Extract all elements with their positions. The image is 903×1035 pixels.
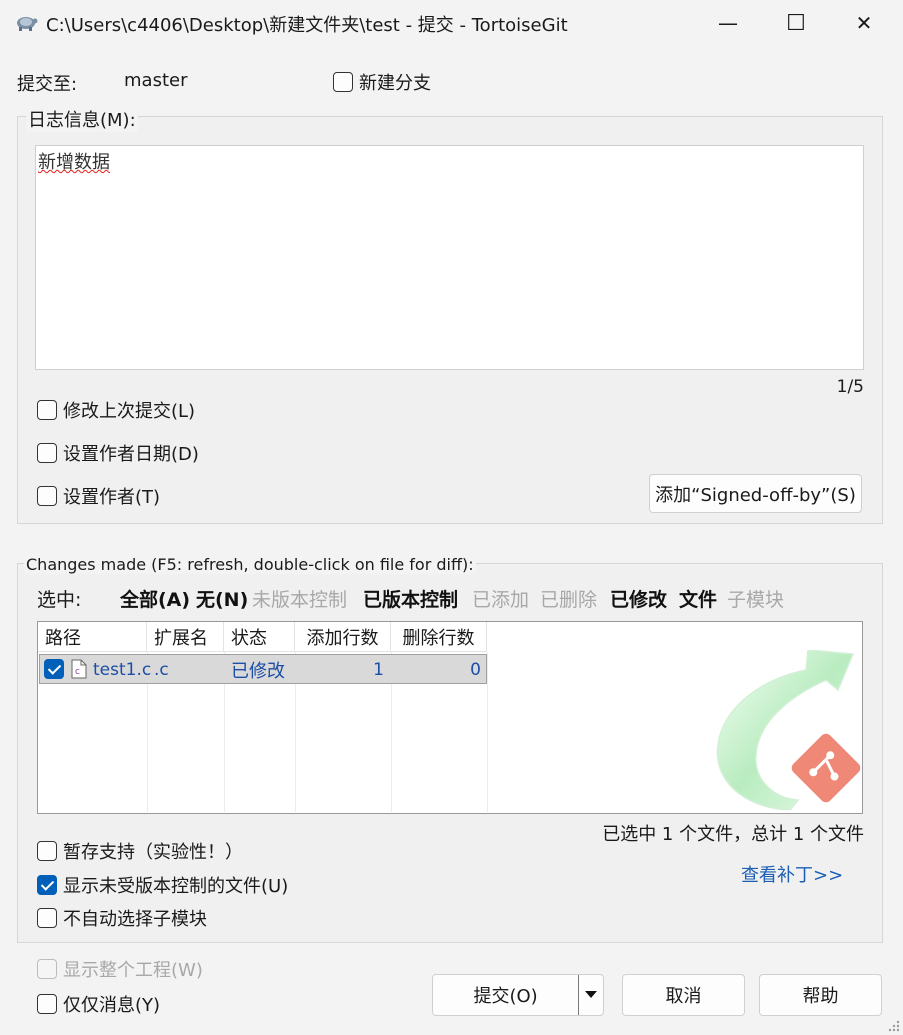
commit-to-label: 提交至: bbox=[17, 74, 78, 95]
checkbox-icon[interactable] bbox=[333, 72, 353, 92]
filter-unversioned[interactable]: 未版本控制 bbox=[252, 585, 347, 612]
log-message-text: 新增数据 bbox=[38, 152, 110, 173]
checkbox-icon[interactable] bbox=[37, 994, 57, 1014]
row-status: 已修改 bbox=[231, 661, 285, 682]
set-author-label: 设置作者(T) bbox=[63, 487, 161, 508]
view-patch-link[interactable]: 查看补丁>> bbox=[741, 861, 843, 887]
message-position: 1/5 bbox=[836, 377, 864, 397]
commit-button[interactable]: 提交(O) bbox=[433, 982, 578, 1008]
select-label: 选中: bbox=[37, 589, 82, 611]
show-unversioned-label: 显示未受版本控制的文件(U) bbox=[63, 876, 289, 897]
column-divider bbox=[487, 652, 488, 812]
new-branch-checkbox[interactable]: 新建分支 bbox=[333, 69, 431, 95]
no-autoselect-submodules-label: 不自动选择子模块 bbox=[63, 909, 207, 930]
filter-versioned[interactable]: 已版本控制 bbox=[363, 585, 458, 612]
log-group-label: 日志信息(M): bbox=[26, 106, 138, 132]
row-added: 1 bbox=[373, 660, 384, 680]
checkbox-icon[interactable] bbox=[37, 486, 57, 506]
column-header-deleted[interactable]: 删除行数 bbox=[391, 622, 487, 652]
row-path: test1.c bbox=[93, 660, 152, 680]
show-unversioned-checkbox[interactable]: 显示未受版本控制的文件(U) bbox=[37, 872, 288, 898]
amend-label: 修改上次提交(L) bbox=[63, 401, 196, 422]
close-button[interactable]: ✕ bbox=[830, 0, 898, 46]
column-header-path[interactable]: 路径 bbox=[38, 622, 147, 652]
filter-files[interactable]: 文件 bbox=[679, 585, 717, 612]
filter-added[interactable]: 已添加 bbox=[472, 585, 529, 612]
dropdown-arrow-icon bbox=[585, 991, 598, 998]
row-checkbox[interactable] bbox=[44, 659, 64, 679]
cancel-button[interactable]: 取消 bbox=[622, 974, 745, 1016]
selection-summary: 已选中 1 个文件，总计 1 个文件 bbox=[602, 824, 864, 845]
svg-text:c: c bbox=[75, 667, 80, 677]
column-header-ext[interactable]: 扩展名 bbox=[147, 622, 224, 652]
help-button[interactable]: 帮助 bbox=[759, 974, 882, 1016]
checkbox-icon bbox=[37, 959, 57, 979]
checkbox-icon[interactable] bbox=[37, 443, 57, 463]
tortoisegit-watermark-icon bbox=[716, 650, 861, 810]
set-author-checkbox[interactable]: 设置作者(T) bbox=[37, 483, 160, 509]
stash-support-label: 暂存支持（实验性！） bbox=[63, 842, 243, 863]
amend-checkbox[interactable]: 修改上次提交(L) bbox=[37, 397, 195, 423]
filter-deleted[interactable]: 已删除 bbox=[540, 585, 597, 612]
commit-dropdown-button[interactable] bbox=[579, 991, 603, 999]
changes-group-label: Changes made (F5: refresh, double-click … bbox=[24, 555, 476, 574]
set-date-label: 设置作者日期(D) bbox=[63, 444, 199, 465]
message-only-checkbox[interactable]: 仅仅消息(Y) bbox=[37, 991, 160, 1017]
set-date-checkbox[interactable]: 设置作者日期(D) bbox=[37, 440, 199, 466]
checkbox-icon[interactable] bbox=[37, 400, 57, 420]
stash-support-checkbox[interactable]: 暂存支持（实验性！） bbox=[37, 838, 243, 864]
show-whole-project-checkbox: 显示整个工程(W) bbox=[37, 956, 203, 982]
c-file-icon: c bbox=[71, 659, 87, 679]
new-branch-label: 新建分支 bbox=[359, 73, 431, 94]
column-header-status[interactable]: 状态 bbox=[224, 622, 295, 652]
filter-all[interactable]: 全部(A) bbox=[120, 585, 190, 612]
no-autoselect-submodules-checkbox[interactable]: 不自动选择子模块 bbox=[37, 905, 207, 931]
filter-modified[interactable]: 已修改 bbox=[610, 585, 667, 612]
tortoisegit-icon bbox=[17, 17, 38, 31]
checkbox-icon[interactable] bbox=[37, 841, 57, 861]
signed-off-by-button[interactable]: 添加“Signed-off-by”(S) bbox=[649, 474, 862, 513]
row-deleted: 0 bbox=[470, 660, 481, 680]
show-whole-project-label: 显示整个工程(W) bbox=[63, 960, 203, 981]
checkbox-icon[interactable] bbox=[37, 875, 57, 895]
minimize-button[interactable]: — bbox=[694, 0, 762, 46]
resize-grip-icon[interactable] bbox=[887, 1019, 901, 1033]
title-bar: C:\Users\c4406\Desktop\新建文件夹\test - 提交 -… bbox=[0, 0, 903, 46]
commit-split-button[interactable]: 提交(O) bbox=[432, 974, 604, 1016]
filter-submodules[interactable]: 子模块 bbox=[727, 585, 784, 612]
row-ext: .c bbox=[154, 660, 169, 680]
column-header-added[interactable]: 添加行数 bbox=[295, 622, 391, 652]
maximize-button[interactable]: ☐ bbox=[762, 0, 830, 46]
log-message-editor[interactable]: 新增数据 bbox=[35, 145, 864, 370]
branch-name: master bbox=[124, 70, 188, 91]
changed-files-list[interactable]: 路径 扩展名 状态 添加行数 删除行数 c test1.c .c 已修改 1 0 bbox=[37, 621, 863, 814]
message-only-label: 仅仅消息(Y) bbox=[63, 995, 161, 1016]
table-row[interactable]: c test1.c .c 已修改 1 0 bbox=[39, 654, 487, 684]
checkbox-icon[interactable] bbox=[37, 908, 57, 928]
window-title: C:\Users\c4406\Desktop\新建文件夹\test - 提交 -… bbox=[46, 15, 568, 36]
filter-none[interactable]: 无(N) bbox=[196, 585, 248, 612]
